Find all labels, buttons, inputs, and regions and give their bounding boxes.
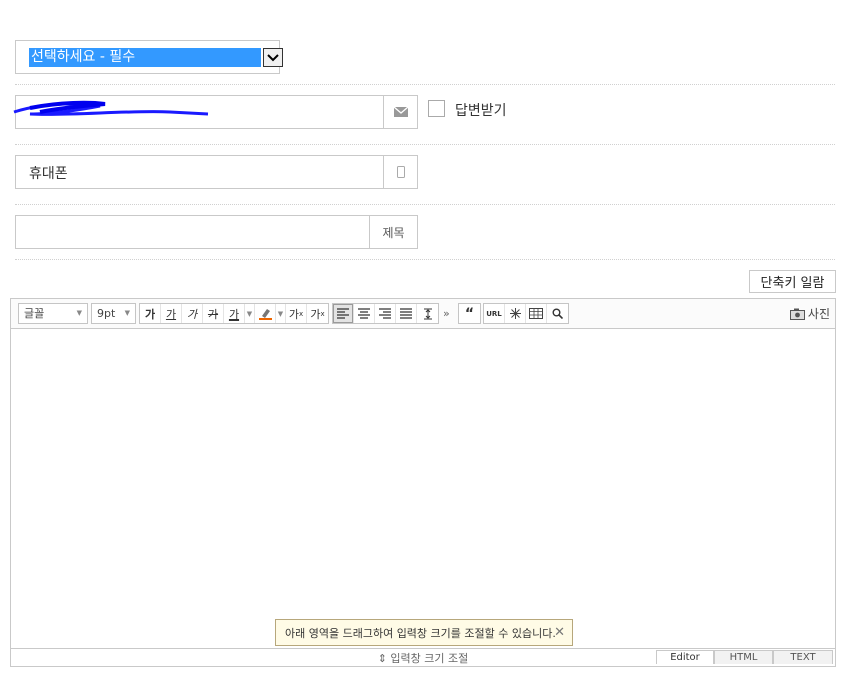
subscript-text: 가: [310, 307, 321, 321]
tab-editor[interactable]: Editor: [656, 650, 714, 664]
phone-icon: [383, 156, 417, 188]
divider: [15, 144, 835, 145]
align-right-icon[interactable]: [375, 304, 396, 323]
category-selected-value: 선택하세요 - 필수: [29, 48, 261, 67]
reply-checkbox[interactable]: [428, 100, 445, 117]
font-family-label: 글꼴: [24, 307, 45, 320]
highlight-color-icon[interactable]: [255, 304, 276, 323]
caret-down-icon[interactable]: ▼: [245, 304, 255, 323]
chevron-down-icon[interactable]: [263, 48, 283, 67]
superscript-mark: x: [298, 309, 304, 318]
special-char-icon[interactable]: [505, 304, 526, 323]
superscript-text: 가: [288, 307, 299, 321]
align-center-icon[interactable]: [354, 304, 375, 323]
search-icon[interactable]: [547, 304, 568, 323]
subscript-button[interactable]: 가x: [307, 304, 328, 323]
close-icon[interactable]: ✕: [554, 625, 565, 640]
align-group: [332, 303, 439, 324]
bold-button[interactable]: 가: [140, 304, 161, 323]
italic-button[interactable]: 가: [182, 304, 203, 323]
resize-tooltip: 아래 영역을 드래그하여 입력창 크기를 조절할 수 있습니다. ✕: [275, 619, 573, 646]
camera-icon: [789, 308, 805, 320]
divider: [15, 84, 835, 85]
subject-field[interactable]: 제목: [15, 215, 418, 249]
align-justify-icon[interactable]: [396, 304, 417, 323]
tab-text[interactable]: TEXT: [773, 650, 833, 664]
category-select[interactable]: 선택하세요 - 필수: [15, 40, 283, 74]
font-family-select[interactable]: 글꼴 ▼: [18, 303, 88, 324]
editor-toolbar: 글꼴 ▼ 9pt ▼ 가 가 가 가 가 ▼ ▼ 가x 가x » “ URL 사…: [11, 299, 835, 329]
table-icon[interactable]: [526, 304, 547, 323]
tab-html[interactable]: HTML: [714, 650, 773, 664]
font-size-label: 9pt: [97, 307, 116, 320]
quote-icon[interactable]: “: [459, 304, 480, 323]
caret-down-icon: ▼: [76, 309, 82, 317]
shortcut-list-button[interactable]: 단축키 일람: [749, 270, 836, 293]
insert-group: URL: [483, 303, 569, 324]
redaction-scribble: [13, 100, 209, 116]
photo-label: 사진: [807, 307, 830, 321]
subject-label: 제목: [369, 216, 417, 248]
envelope-icon: [383, 96, 417, 128]
photo-button[interactable]: 사진: [789, 305, 830, 322]
divider: [15, 259, 835, 260]
caret-down-icon[interactable]: ▼: [276, 304, 286, 323]
font-size-select[interactable]: 9pt ▼: [91, 303, 136, 324]
divider: [15, 204, 835, 205]
font-color-button[interactable]: 가: [224, 304, 245, 323]
superscript-button[interactable]: 가x: [286, 304, 307, 323]
subscript-mark: x: [320, 309, 325, 318]
editor-content-area[interactable]: [11, 330, 835, 648]
phone-field[interactable]: 휴대폰: [15, 155, 418, 189]
align-left-icon[interactable]: [333, 304, 354, 323]
more-tools-icon[interactable]: »: [443, 307, 450, 320]
rich-text-editor: 글꼴 ▼ 9pt ▼ 가 가 가 가 가 ▼ ▼ 가x 가x » “ URL 사…: [10, 298, 836, 667]
quote-group: “: [458, 303, 481, 324]
tooltip-text: 아래 영역을 드래그하여 입력창 크기를 조절할 수 있습니다.: [285, 626, 556, 640]
format-group: 가 가 가 가 가 ▼ ▼ 가x 가x: [139, 303, 329, 324]
underline-button[interactable]: 가: [161, 304, 182, 323]
phone-value: 휴대폰: [29, 166, 68, 182]
line-height-icon[interactable]: [417, 304, 438, 323]
reply-label: 답변받기: [455, 103, 507, 119]
link-url-button[interactable]: URL: [484, 304, 505, 323]
strikethrough-button[interactable]: 가: [203, 304, 224, 323]
caret-down-icon: ▼: [124, 309, 130, 317]
